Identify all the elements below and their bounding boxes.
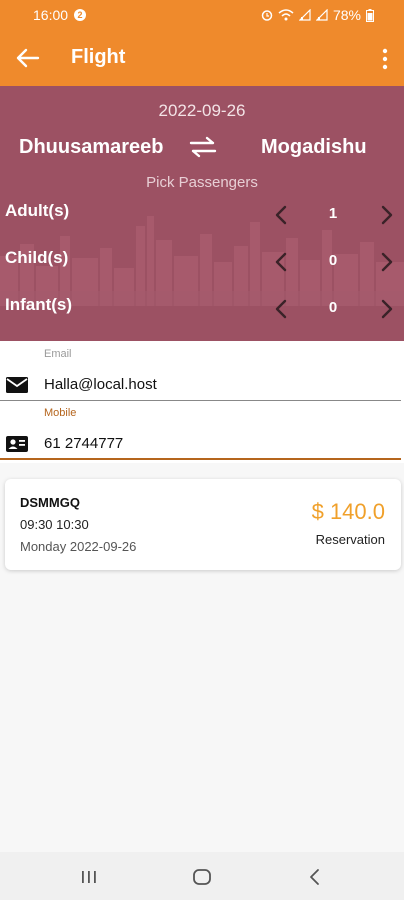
signal-icon bbox=[298, 9, 311, 21]
passenger-count: 0 bbox=[328, 252, 338, 269]
mail-icon bbox=[6, 377, 28, 393]
recent-apps-icon[interactable] bbox=[78, 866, 100, 888]
swap-arrows-icon[interactable] bbox=[187, 135, 219, 159]
passenger-count: 0 bbox=[328, 299, 338, 316]
status-icons: 78% bbox=[261, 7, 374, 23]
system-nav-bar bbox=[0, 852, 404, 900]
chevron-left-icon[interactable] bbox=[272, 297, 292, 321]
chevron-left-icon[interactable] bbox=[272, 250, 292, 274]
flight-card[interactable]: DSMMGQ 09:30 10:30 Monday 2022-09-26 $ 1… bbox=[5, 479, 401, 570]
flight-code: DSMMGQ bbox=[20, 495, 80, 510]
passenger-label: Child(s) bbox=[5, 248, 69, 267]
flight-date: Monday 2022-09-26 bbox=[20, 539, 137, 554]
battery-icon bbox=[366, 8, 374, 22]
passenger-label: Infant(s) bbox=[5, 295, 73, 314]
email-field-label: Email bbox=[44, 348, 72, 360]
contact-form: Email Halla@local.host Mobile 61 2744777 bbox=[0, 341, 404, 463]
back-nav-icon[interactable] bbox=[304, 866, 326, 888]
email-field[interactable]: Halla@local.host bbox=[44, 376, 157, 393]
destination-city[interactable]: Mogadishu bbox=[261, 136, 367, 159]
chevron-right-icon[interactable] bbox=[376, 297, 396, 321]
passenger-count: 1 bbox=[328, 205, 338, 222]
contact-card-icon bbox=[6, 436, 28, 452]
status-bar: 16:00 2 78% bbox=[0, 0, 404, 30]
mobile-field-underline bbox=[0, 458, 401, 460]
reservation-status: Reservation bbox=[315, 532, 385, 547]
trip-date[interactable]: 2022-09-26 bbox=[0, 101, 404, 121]
flight-price: $ 140.0 bbox=[311, 499, 385, 524]
page-title: Flight bbox=[71, 46, 126, 68]
chevron-right-icon[interactable] bbox=[376, 203, 396, 227]
email-field-underline bbox=[0, 400, 401, 401]
chevron-right-icon[interactable] bbox=[376, 250, 396, 274]
pick-passengers-label: Pick Passengers bbox=[146, 174, 258, 191]
mobile-field-label: Mobile bbox=[44, 407, 77, 419]
chevron-left-icon[interactable] bbox=[272, 203, 292, 227]
status-time: 16:00 bbox=[33, 7, 69, 23]
passenger-row-child: Child(s) 0 bbox=[0, 242, 404, 282]
passenger-row-adult: Adult(s) 1 bbox=[0, 195, 404, 235]
arrow-left-icon[interactable] bbox=[14, 46, 40, 70]
passenger-row-infant: Infant(s) 0 bbox=[0, 289, 404, 329]
mobile-field[interactable]: 61 2744777 bbox=[44, 435, 123, 452]
app-bar: Flight bbox=[0, 30, 404, 86]
passenger-label: Adult(s) bbox=[5, 201, 70, 220]
flight-times: 09:30 10:30 bbox=[20, 517, 89, 532]
home-icon[interactable] bbox=[191, 866, 213, 888]
signal-icon-2 bbox=[315, 9, 328, 21]
battery-percent: 78% bbox=[332, 7, 361, 23]
trip-panel: 2022-09-26 Dhuusamareeb Mogadishu Pick P… bbox=[0, 86, 404, 341]
origin-city[interactable]: Dhuusamareeb bbox=[19, 136, 164, 159]
alarm-icon bbox=[261, 10, 273, 21]
wifi-icon bbox=[278, 9, 294, 21]
notification-badge: 2 bbox=[74, 9, 86, 21]
more-vertical-icon[interactable] bbox=[380, 48, 390, 70]
